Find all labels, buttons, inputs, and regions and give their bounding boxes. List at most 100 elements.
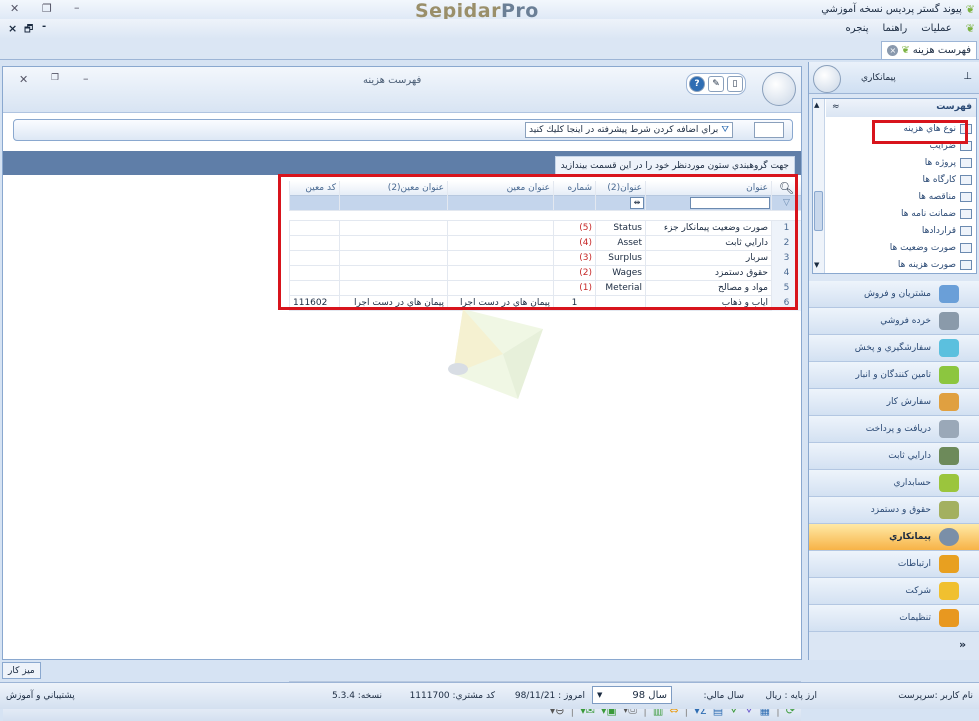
inventory-icon (939, 366, 959, 384)
document-tab-strip (0, 39, 979, 60)
fiscal-year-value: سال 98 (632, 689, 667, 701)
settings-icon (939, 609, 959, 627)
tree-item-statements[interactable]: صورت وضعيت ها (890, 240, 972, 256)
nav-accounting[interactable]: حسابداري (809, 470, 979, 497)
list-icon (960, 175, 972, 185)
help-icon[interactable]: ? (689, 76, 705, 92)
nav-distribution[interactable]: سفارشگيري و پخش (809, 335, 979, 362)
sidebar-module-icon (813, 65, 841, 93)
nav-work-order[interactable]: سفارش كار (809, 389, 979, 416)
work-order-icon (939, 393, 959, 411)
menu-window[interactable]: پنجره (845, 23, 868, 34)
support-link[interactable]: پشتيباني و آموزش (6, 691, 75, 701)
close-window-icon[interactable]: ✕ (10, 2, 19, 15)
menu-bar: × 🗗 - ❦ عمليات راهنما پنجره (0, 19, 979, 39)
tree-item-guarantees[interactable]: ضمانت نامه ها (901, 206, 972, 222)
tree-item-projects[interactable]: پروژه ها (925, 155, 972, 171)
list-icon (960, 209, 972, 219)
menu-help[interactable]: راهنما (883, 23, 908, 34)
restore-window-icon[interactable]: ❐ (42, 2, 52, 15)
list-icon (960, 192, 972, 202)
group-dots: "''''''''''' " (375, 147, 414, 157)
group-by-hint: جهت گروهبندي ستون موردنظر خود را در اين … (554, 156, 795, 175)
expense-list-panel: ✕ ❐ – فهرست هزينه ? ✎ ▯ ⛛ براي اضافه كرد… (2, 66, 802, 721)
status-fiscal-year-label: سال مالي: (703, 691, 744, 701)
mdi-minimize-icon[interactable]: - (42, 21, 46, 32)
menu-operations[interactable]: عمليات (921, 23, 952, 34)
nav-suppliers-inventory[interactable]: تامين كنندگان و انبار (809, 362, 979, 389)
company-icon (939, 582, 959, 600)
menu-leaf-icon: ❦ (965, 22, 975, 35)
sales-icon (939, 285, 959, 303)
payroll-icon (939, 501, 959, 519)
scroll-up-icon: ▲ (814, 101, 820, 109)
sidebar-title: پيمانكاري (861, 73, 896, 83)
module-logo-icon (762, 72, 796, 106)
retail-icon (939, 312, 959, 330)
nav-company[interactable]: شركت (809, 578, 979, 605)
pin-icon[interactable]: ⊥ (963, 71, 972, 82)
filter-funnel-icon: ⛛ (721, 125, 729, 135)
status-user: نام كاربر :سرپرست (898, 691, 973, 701)
tree-header-label: فهرست (936, 102, 972, 112)
tab-leaf-icon: ❦ (901, 45, 910, 56)
panel-restore-icon[interactable]: ❐ (51, 73, 59, 83)
add-filter-label: براي اضافه كردن شرط پيشرفته در اينجا كلي… (529, 125, 719, 135)
desk-tab[interactable]: ميز كار (2, 662, 41, 679)
list-icon (960, 260, 972, 270)
mdi-close-icon[interactable]: × (8, 22, 17, 35)
panel-minimize-icon[interactable]: – (83, 72, 89, 85)
new-document-icon[interactable]: ▯ (727, 76, 743, 92)
nav-communications[interactable]: ارتباطات (809, 551, 979, 578)
communications-icon (939, 555, 959, 573)
tab-expense-list[interactable]: فهرست هزينه ❦ × (881, 41, 977, 59)
nav-settings[interactable]: تنظيمات (809, 605, 979, 632)
minimize-window-icon[interactable]: – (74, 1, 80, 14)
fixed-assets-icon (939, 447, 959, 465)
nav-payroll[interactable]: حقوق و دستمزد (809, 497, 979, 524)
menu: ❦ عمليات راهنما پنجره (845, 22, 975, 35)
status-today: امروز : 98/11/21 (514, 691, 585, 701)
status-version: نسخه: 5.3.4 (332, 691, 382, 701)
sidebar-header: پيمانكاري ⊥ (809, 62, 979, 94)
tree-item-contracts[interactable]: قراردادها (922, 223, 972, 239)
status-currency: ارز پايه : ريال (765, 691, 817, 701)
panel-close-icon[interactable]: ✕ (19, 73, 28, 86)
nav-retail[interactable]: خرده فروشي (809, 308, 979, 335)
tree-item-workshops[interactable]: کارگاه ها (923, 172, 972, 188)
tab-close-icon[interactable]: × (887, 45, 899, 56)
nav-fixed-assets[interactable]: دارايي ثابت (809, 443, 979, 470)
nav-customers-sales[interactable]: مشتريان و فروش (809, 281, 979, 308)
panel-toolbar: ? ✎ ▯ (686, 73, 746, 95)
add-advanced-filter-button[interactable]: ⛛ براي اضافه كردن شرط پيشرفته در اينجا ك… (525, 122, 733, 138)
nav-receipt-payment[interactable]: دريافت و پرداخت (809, 416, 979, 443)
tree-scrollbar[interactable]: ▲ ▼ (813, 99, 825, 273)
more-nav-icon[interactable]: » (959, 638, 966, 651)
highlight-tree-item-box (872, 120, 968, 144)
collapse-icon[interactable]: ≈ (832, 102, 840, 112)
scroll-down-icon: ▼ (814, 261, 820, 269)
panel-header: ✕ ❐ – فهرست هزينه ? ✎ ▯ (3, 67, 801, 113)
title-bar: ✕ ❐ – SepidarPro ❦ پیوند گستر پردیس نسخه… (0, 0, 979, 22)
fiscal-year-select[interactable]: سال 98 ▼ (592, 686, 672, 704)
scroll-thumb (814, 191, 823, 231)
mdi-restore-icon[interactable]: 🗗 (24, 22, 33, 39)
tree-item-expense-statements[interactable]: صورت هزينه ها (898, 257, 972, 273)
nav-contracting[interactable]: پيمانكاري (809, 524, 979, 551)
app-leaf-icon: ❦ (965, 3, 975, 16)
accounting-icon (939, 474, 959, 492)
tree-header[interactable]: ≈ فهرست (826, 99, 976, 117)
panel-title: فهرست هزينه (363, 75, 422, 86)
sidebar: پيمانكاري ⊥ ▲ ▼ ≈ فهرست نوع هاي هزينه ضر… (808, 62, 979, 660)
edit-icon[interactable]: ✎ (708, 76, 724, 92)
contracting-icon (939, 528, 959, 546)
list-icon (960, 158, 972, 168)
tree-item-tenders[interactable]: مناقصه ها (918, 189, 972, 205)
app-title: ❦ پیوند گستر پردیس نسخه آموزشي (821, 3, 975, 16)
filter-side-button[interactable] (754, 122, 784, 138)
chevron-down-icon: ▼ (597, 691, 603, 699)
list-icon (960, 226, 972, 236)
highlight-grid-box (278, 174, 798, 310)
distribution-icon (939, 339, 959, 357)
tab-expense-list-label: فهرست هزينه (912, 45, 971, 56)
